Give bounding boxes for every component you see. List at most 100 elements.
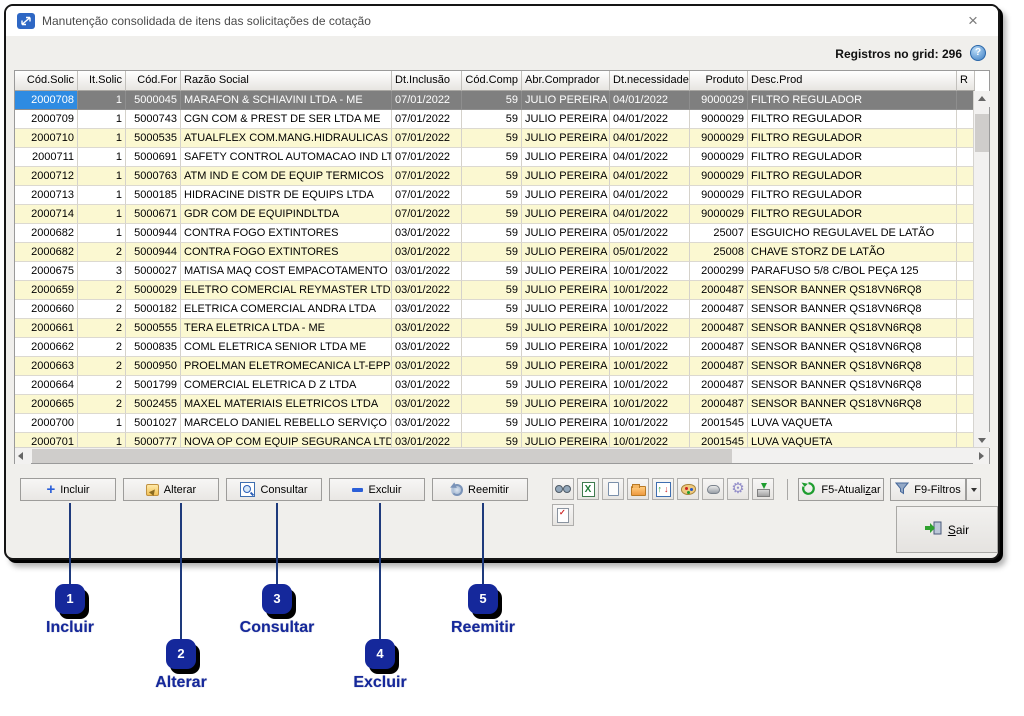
- cell-it_solic: 2: [78, 319, 126, 338]
- cell-abr_comprador: JULIO PEREIRA: [522, 338, 610, 357]
- reemitir-label: Reemitir: [468, 484, 509, 496]
- import-button[interactable]: [752, 478, 774, 500]
- table-row[interactable]: 200070815000045MARAFON & SCHIAVINI LTDA …: [15, 91, 975, 110]
- cell-produto: 2000487: [690, 395, 748, 414]
- incluir-button[interactable]: +Incluir: [20, 478, 116, 501]
- cell-it_solic: 1: [78, 224, 126, 243]
- column-header-r[interactable]: R: [957, 71, 975, 91]
- document-button[interactable]: [602, 478, 624, 500]
- table-row[interactable]: 200070115000777NOVA OP COM EQUIP SEGURAN…: [15, 433, 975, 448]
- cell-abr_comprador: JULIO PEREIRA: [522, 300, 610, 319]
- column-header-abr_comprador[interactable]: Abr.Comprador: [522, 71, 610, 91]
- table-row[interactable]: 200065925000029ELETRO COMERCIAL REYMASTE…: [15, 281, 975, 300]
- horizontal-scrollbar[interactable]: [15, 447, 989, 463]
- cell-cod_comp: 59: [462, 414, 522, 433]
- cell-cod_comp: 59: [462, 395, 522, 414]
- close-button[interactable]: ×: [962, 10, 984, 32]
- column-header-dt_inclusao[interactable]: Dt.Inclusão: [392, 71, 462, 91]
- column-header-dt_necessidade[interactable]: Dt.necessidade: [610, 71, 690, 91]
- cell-produto: 2001545: [690, 433, 748, 448]
- cell-abr_comprador: JULIO PEREIRA: [522, 186, 610, 205]
- gear-button[interactable]: ⚙: [727, 478, 749, 500]
- sair-button[interactable]: Sair: [897, 507, 997, 552]
- cell-cod_for: 5000029: [126, 281, 181, 300]
- callout-badge: 3: [262, 584, 292, 614]
- cell-abr_comprador: JULIO PEREIRA: [522, 376, 610, 395]
- cell-dt_inclusao: 07/01/2022: [392, 91, 462, 110]
- column-header-produto[interactable]: Produto: [690, 71, 748, 91]
- mouse-button[interactable]: [702, 478, 724, 500]
- cell-abr_comprador: JULIO PEREIRA: [522, 243, 610, 262]
- cell-dt_inclusao: 07/01/2022: [392, 148, 462, 167]
- utility-icon-bar: X⚙: [552, 478, 774, 500]
- table-row[interactable]: 200066525002455MAXEL MATERIAIS ELETRICOS…: [15, 395, 975, 414]
- table-row[interactable]: 200066225000835COML ELETRICA SENIOR LTDA…: [15, 338, 975, 357]
- callout-label: Excluir: [353, 674, 406, 692]
- cell-it_solic: 2: [78, 395, 126, 414]
- f9-filtros-dropdown-button[interactable]: [966, 478, 981, 501]
- scroll-left-button[interactable]: [15, 448, 31, 464]
- table-row[interactable]: 200071115000691SAFETY CONTROL AUTOMACAO …: [15, 148, 975, 167]
- table-row[interactable]: 200068225000944CONTRA FOGO EXTINTORES03/…: [15, 243, 975, 262]
- cell-dt_necessidade: 04/01/2022: [610, 148, 690, 167]
- consultar-button[interactable]: Consultar: [226, 478, 322, 501]
- table-row[interactable]: 200066425001799COMERCIAL ELETRICA D Z LT…: [15, 376, 975, 395]
- binoculars-button[interactable]: [552, 478, 574, 500]
- checklist-button[interactable]: ✓✓: [552, 504, 574, 526]
- cell-abr_comprador: JULIO PEREIRA: [522, 357, 610, 376]
- alterar-button[interactable]: Alterar: [123, 478, 219, 501]
- scroll-down-button[interactable]: [974, 432, 990, 448]
- column-header-cod_solic[interactable]: Cód.Solic: [15, 71, 78, 91]
- cell-it_solic: 3: [78, 262, 126, 281]
- cell-cod_for: 5000182: [126, 300, 181, 319]
- cell-dt_necessidade: 10/01/2022: [610, 357, 690, 376]
- cell-abr_comprador: JULIO PEREIRA: [522, 395, 610, 414]
- cell-cod_comp: 59: [462, 319, 522, 338]
- column-header-cod_for[interactable]: Cód.For: [126, 71, 181, 91]
- cell-abr_comprador: JULIO PEREIRA: [522, 91, 610, 110]
- table-row[interactable]: 200071215000763ATM IND E COM DE EQUIP TE…: [15, 167, 975, 186]
- column-header-desc_prod[interactable]: Desc.Prod: [748, 71, 957, 91]
- excluir-button[interactable]: Excluir: [329, 478, 425, 501]
- table-row[interactable]: 200067535000027MATISA MAQ COST EMPACOTAM…: [15, 262, 975, 281]
- cell-cod_for: 5000777: [126, 433, 181, 448]
- column-header-it_solic[interactable]: It.Solic: [78, 71, 126, 91]
- column-header-cod_comp[interactable]: Cód.Comp: [462, 71, 522, 91]
- cell-it_solic: 1: [78, 433, 126, 448]
- table-row[interactable]: 200070915000743CGN COM & PREST DE SER LT…: [15, 110, 975, 129]
- table-row[interactable]: 200066125000555TERA ELETRICA LTDA - ME03…: [15, 319, 975, 338]
- excel-export-button[interactable]: X: [577, 478, 599, 500]
- vertical-scroll-thumb[interactable]: [975, 114, 989, 152]
- table-row[interactable]: 200071415000671GDR COM DE EQUIPINDLTDA07…: [15, 205, 975, 224]
- table-row[interactable]: 200068215000944CONTRA FOGO EXTINTORES03/…: [15, 224, 975, 243]
- sort-columns-button[interactable]: [652, 478, 674, 500]
- cell-desc_prod: SENSOR BANNER QS18VN6RQ8: [748, 338, 957, 357]
- cell-cod_solic: 2000660: [15, 300, 78, 319]
- f5-atualizar-button[interactable]: F5-Atualizar: [798, 478, 884, 501]
- cell-dt_inclusao: 07/01/2022: [392, 186, 462, 205]
- palette-button[interactable]: [677, 478, 699, 500]
- title-bar: Manutenção consolidada de itens das soli…: [6, 6, 998, 36]
- table-row[interactable]: 200070015001027MARCELO DANIEL REBELLO SE…: [15, 414, 975, 433]
- horizontal-scroll-thumb[interactable]: [32, 449, 732, 463]
- table-row[interactable]: 200066025000182ELETRICA COMERCIAL ANDRA …: [15, 300, 975, 319]
- table-row[interactable]: 200066325000950PROELMAN ELETROMECANICA L…: [15, 357, 975, 376]
- cell-dt_inclusao: 03/01/2022: [392, 395, 462, 414]
- cell-dt_necessidade: 10/01/2022: [610, 433, 690, 448]
- cell-abr_comprador: JULIO PEREIRA: [522, 414, 610, 433]
- table-row[interactable]: 200071015000535ATUALFLEX COM.MANG.HIDRAU…: [15, 129, 975, 148]
- table-row[interactable]: 200071315000185HIDRACINE DISTR DE EQUIPS…: [15, 186, 975, 205]
- consultar-label: Consultar: [260, 484, 307, 496]
- cell-desc_prod: SENSOR BANNER QS18VN6RQ8: [748, 319, 957, 338]
- sair-label: Sair: [948, 523, 969, 537]
- vertical-scrollbar[interactable]: [973, 91, 989, 448]
- cell-razao_social: ATM IND E COM DE EQUIP TERMICOS: [181, 167, 392, 186]
- column-header-razao_social[interactable]: Razão Social: [181, 71, 392, 91]
- reemitir-button[interactable]: Reemitir: [432, 478, 528, 501]
- scroll-right-button[interactable]: [973, 448, 989, 464]
- scroll-up-button[interactable]: [974, 91, 990, 107]
- records-count-value: 296: [942, 47, 962, 61]
- folder-config-button[interactable]: [627, 478, 649, 500]
- f9-filtros-button[interactable]: F9-Filtros: [890, 478, 966, 501]
- help-icon[interactable]: ?: [970, 45, 986, 61]
